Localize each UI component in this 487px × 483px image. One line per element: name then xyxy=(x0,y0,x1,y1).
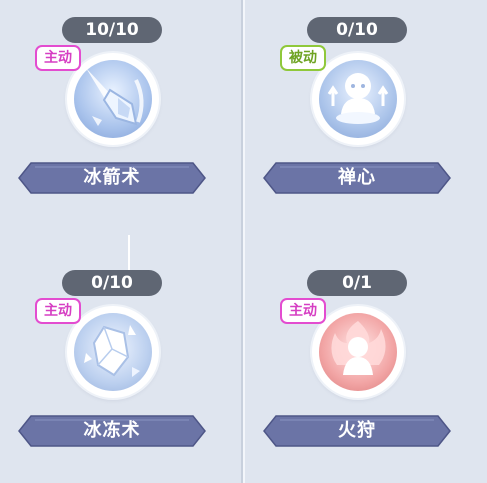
ice-arrow-icon xyxy=(86,68,144,126)
skill-card-zen-heart[interactable]: 0/10 被动 禅心 xyxy=(262,17,452,227)
meditation-icon xyxy=(327,73,389,124)
skill-level-badge: 10/10 xyxy=(62,17,162,43)
skill-name-banner: 禅心 xyxy=(262,161,452,195)
skill-name: 火狩 xyxy=(338,420,376,441)
skill-name: 禅心 xyxy=(338,167,376,188)
ice-crystal-icon xyxy=(84,325,140,377)
skill-card-freeze[interactable]: 0/10 主动 冰冻术 xyxy=(17,270,207,480)
fire-spirit-icon xyxy=(331,321,386,375)
column-divider xyxy=(243,0,245,483)
skill-card-ice-arrow[interactable]: 10/10 主动 冰箭术 xyxy=(17,17,207,292)
skill-icon-frame[interactable] xyxy=(312,306,404,398)
skill-level-badge: 0/1 xyxy=(307,270,407,296)
skill-icon-frame[interactable] xyxy=(67,306,159,398)
skill-level-badge: 0/10 xyxy=(307,17,407,43)
skill-type-tag: 主动 xyxy=(280,298,326,324)
skill-name-banner: 冰箭术 xyxy=(17,161,207,195)
skill-name-banner: 火狩 xyxy=(262,414,452,448)
skill-type-tag: 被动 xyxy=(280,45,326,71)
skill-type-tag: 主动 xyxy=(35,45,81,71)
skill-name: 冰冻术 xyxy=(83,420,141,441)
skill-name: 冰箭术 xyxy=(83,167,141,188)
skill-icon-frame[interactable] xyxy=(312,53,404,145)
skill-icon-frame[interactable] xyxy=(67,53,159,145)
skill-name-banner: 冰冻术 xyxy=(17,414,207,448)
skill-level-badge: 0/10 xyxy=(62,270,162,296)
skill-card-fire-hunt[interactable]: 0/1 主动 火狩 xyxy=(262,270,452,480)
skill-type-tag: 主动 xyxy=(35,298,81,324)
